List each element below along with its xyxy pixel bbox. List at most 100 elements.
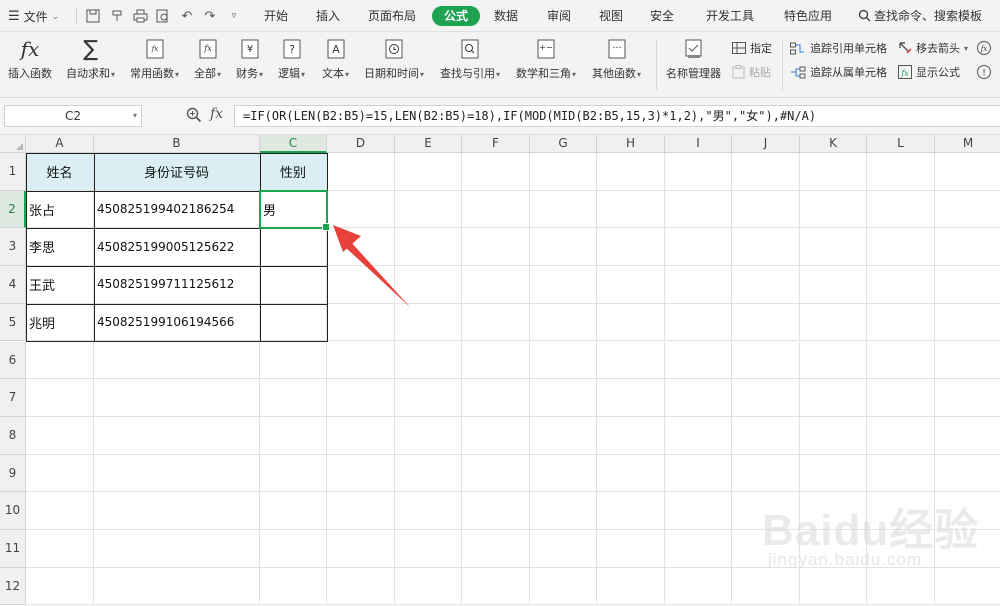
cell-m9[interactable] (935, 455, 1000, 493)
cell-m4[interactable] (935, 266, 1000, 304)
tab-formulas[interactable]: 公式 (432, 6, 481, 26)
cell-g4[interactable] (530, 266, 597, 304)
all-functions-button[interactable]: fx 全部▾ (194, 36, 221, 81)
tab-insert[interactable]: 插入 (312, 6, 344, 26)
tab-security[interactable]: 安全 (646, 6, 678, 26)
tab-home[interactable]: 开始 (260, 6, 292, 26)
cell-g5[interactable] (530, 303, 597, 342)
cell-c6[interactable] (260, 341, 327, 380)
cell-m11[interactable] (935, 530, 1000, 568)
cell-b4[interactable]: 450825199711125612 (94, 266, 260, 304)
cell-h2[interactable] (597, 190, 665, 229)
cell-d5[interactable] (327, 303, 395, 342)
cell-f12[interactable] (462, 567, 530, 606)
cell-k10[interactable] (800, 492, 867, 530)
text-functions-button[interactable]: A 文本▾ (322, 36, 349, 81)
row-header-12[interactable]: 12 (0, 567, 26, 606)
cell-i8[interactable] (665, 416, 732, 455)
math-trig-button[interactable]: +− 数学和三角▾ (516, 36, 576, 81)
cell-h1[interactable] (597, 153, 665, 191)
cell-j5[interactable] (732, 303, 800, 342)
tab-view[interactable]: 视图 (595, 6, 627, 26)
cell-k8[interactable] (800, 416, 867, 455)
cell-m12[interactable] (935, 568, 1000, 606)
row-header-1[interactable]: 1 (0, 153, 26, 191)
print-preview-icon[interactable] (154, 7, 172, 25)
row-header-5[interactable]: 5 (0, 303, 26, 342)
trace-dependents-button[interactable]: 追踪从属单元格 (790, 64, 887, 80)
cell-h8[interactable] (597, 416, 665, 455)
evaluate-formula-icon[interactable]: ! (976, 64, 992, 80)
cell-j4[interactable] (732, 266, 800, 304)
cell-k6[interactable] (800, 341, 867, 380)
cell-j11[interactable] (732, 530, 800, 568)
paste-name-button[interactable]: 粘贴 (732, 64, 771, 80)
cell-f7[interactable] (462, 379, 530, 417)
cell-e7[interactable] (395, 379, 462, 417)
cell-e8[interactable] (395, 416, 462, 455)
cell-c9[interactable] (260, 454, 327, 493)
customize-quick-access-icon[interactable]: ▿ (225, 7, 243, 25)
cell-m2[interactable] (935, 191, 1000, 229)
format-painter-icon[interactable] (108, 7, 126, 25)
tab-developer[interactable]: 开发工具 (702, 6, 758, 26)
column-header-h[interactable]: H (597, 135, 665, 153)
tab-special-apps[interactable]: 特色应用 (780, 6, 836, 26)
cell-k9[interactable] (800, 454, 867, 493)
cell-f4[interactable] (462, 266, 530, 304)
cell-e10[interactable] (395, 492, 462, 530)
cell-k7[interactable] (800, 379, 867, 417)
cell-j9[interactable] (732, 454, 800, 493)
cell-k3[interactable] (800, 228, 867, 267)
cell-d1[interactable] (327, 153, 395, 191)
cell-a5[interactable]: 兆明 (26, 303, 94, 342)
redo-icon[interactable]: ↷ (201, 7, 219, 25)
cell-d9[interactable] (327, 454, 395, 493)
row-header-7[interactable]: 7 (0, 379, 26, 417)
row-header-6[interactable]: 6 (0, 341, 26, 380)
logical-button[interactable]: ? 逻辑▾ (278, 36, 305, 81)
column-header-f[interactable]: F (462, 135, 530, 153)
show-formulas-button[interactable]: fx 显示公式 (898, 64, 960, 80)
cell-e9[interactable] (395, 454, 462, 493)
cell-l11[interactable] (867, 530, 935, 568)
tab-page-layout[interactable]: 页面布局 (364, 6, 420, 26)
formula-input[interactable]: =IF(OR(LEN(B2:B5)=15,LEN(B2:B5)=18),IF(M… (234, 105, 1000, 127)
cell-b12[interactable] (94, 567, 260, 606)
cell-g11[interactable] (530, 530, 597, 568)
remove-arrows-button[interactable]: 移去箭头 ▾ (898, 40, 968, 56)
cell-c10[interactable] (260, 492, 327, 530)
cell-c11[interactable] (260, 530, 327, 568)
cell-l3[interactable] (867, 228, 935, 267)
cell-d12[interactable] (327, 567, 395, 606)
cell-c5[interactable] (260, 303, 327, 342)
cell-g6[interactable] (530, 341, 597, 380)
lookup-reference-button[interactable]: 查找与引用▾ (440, 36, 500, 81)
cell-i12[interactable] (665, 567, 732, 606)
tab-data[interactable]: 数据 (490, 6, 522, 26)
cell-l2[interactable] (867, 190, 935, 229)
cell-f11[interactable] (462, 530, 530, 568)
cell-a11[interactable] (26, 530, 94, 568)
cell-l6[interactable] (867, 341, 935, 380)
cell-l8[interactable] (867, 416, 935, 455)
cell-j12[interactable] (732, 567, 800, 606)
name-manager-button[interactable]: 名称管理器 (666, 36, 721, 81)
cell-b11[interactable] (94, 530, 260, 568)
cell-m8[interactable] (935, 417, 1000, 455)
column-header-j[interactable]: J (732, 135, 800, 153)
row-header-11[interactable]: 11 (0, 530, 26, 568)
cell-j8[interactable] (732, 416, 800, 455)
cell-h11[interactable] (597, 530, 665, 568)
cell-l7[interactable] (867, 379, 935, 417)
cell-d3[interactable] (327, 228, 395, 267)
command-search[interactable]: 查找命令、搜索模板 (858, 7, 982, 24)
print-icon[interactable] (131, 7, 149, 25)
tab-review[interactable]: 审阅 (543, 6, 575, 26)
cell-b9[interactable] (94, 454, 260, 493)
cell-j7[interactable] (732, 379, 800, 417)
cell-l10[interactable] (867, 492, 935, 530)
cell-e11[interactable] (395, 530, 462, 568)
cell-a2[interactable]: 张占 (26, 190, 94, 229)
cell-f10[interactable] (462, 492, 530, 530)
